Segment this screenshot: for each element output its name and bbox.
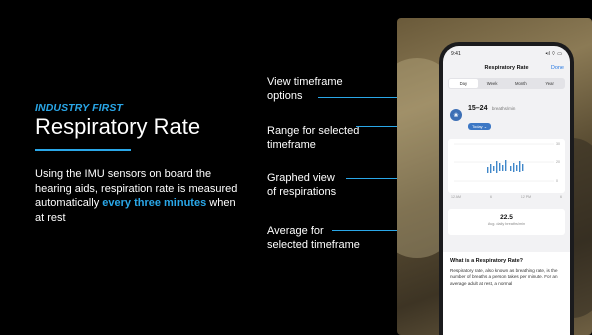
timeframe-segmented-control: Day Week Month Year <box>448 78 565 89</box>
info-card: What is a Respiratory Rate? Respiratory … <box>443 252 570 335</box>
chart-x-ticks: 12 AM 6 12 PM 6 <box>443 195 570 199</box>
tab-week[interactable]: Week <box>478 79 507 88</box>
range-value: 15–24 <box>468 105 488 112</box>
status-time: 9:41 <box>451 51 461 57</box>
nav-bar: Respiratory Rate Done <box>443 62 570 74</box>
callout-range: Range for selected timeframe <box>267 124 359 152</box>
tab-day[interactable]: Day <box>449 79 478 88</box>
done-button[interactable]: Done <box>551 65 564 71</box>
tab-year[interactable]: Year <box>535 79 564 88</box>
y-tick-top: 30 <box>556 142 560 146</box>
callout-graph-line2: of respirations <box>267 186 337 198</box>
lungs-icon: ❀ <box>450 109 462 121</box>
x-tick: 12 PM <box>520 195 532 199</box>
intro-block: INDUSTRY FIRST Respiratory Rate Using th… <box>35 102 245 225</box>
respiration-chart-svg: 30 20 0 <box>454 142 560 183</box>
phone-screen: 9:41 •ıl ⌔ ▭ Respiratory Rate Done Day W… <box>443 46 570 335</box>
today-dropdown[interactable]: Today ⌄ <box>468 123 492 130</box>
callout-average-line1: Average for <box>267 225 324 237</box>
callout-range-line2: timeframe <box>267 139 316 151</box>
tab-month[interactable]: Month <box>507 79 536 88</box>
x-tick: 6 <box>560 195 562 199</box>
screen-title: Respiratory Rate <box>484 65 529 71</box>
info-heading: What is a Respiratory Rate? <box>450 258 524 264</box>
average-card: 22.5 Avg. daily breaths/min <box>448 209 565 235</box>
info-text: Respiratory rate, also known as breathin… <box>450 268 558 286</box>
range-summary: ❀ 15–24 breaths/min Today ⌄ <box>450 97 563 133</box>
status-bar: 9:41 •ıl ⌔ ▭ <box>443 46 570 62</box>
callout-average: Average for selected timeframe <box>267 224 360 252</box>
description: Using the IMU sensors on board the heari… <box>35 167 240 225</box>
average-value: 22.5 <box>500 214 513 221</box>
callout-range-line1: Range for selected <box>267 125 360 137</box>
y-tick-mid: 20 <box>556 160 560 164</box>
callout-timeframe: View timeframe options <box>267 75 343 103</box>
respiration-chart: 30 20 0 <box>448 139 565 193</box>
description-highlight: every three minutes <box>102 197 207 209</box>
status-icons: •ıl ⌔ ▭ <box>545 51 562 57</box>
average-label: Avg. daily breaths/min <box>487 222 526 226</box>
callout-timeframe-line1: View timeframe <box>267 76 343 88</box>
x-tick: 6 <box>489 195 492 199</box>
phone-mockup: 9:41 •ıl ⌔ ▭ Respiratory Rate Done Day W… <box>439 42 574 335</box>
callout-average-line2: selected timeframe <box>267 239 360 251</box>
callout-graph-line1: Graphed view <box>267 172 335 184</box>
x-tick: 12 AM <box>451 195 461 199</box>
callout-graph: Graphed view of respirations <box>267 171 336 199</box>
slide-title: Respiratory Rate <box>35 114 201 139</box>
callout-timeframe-line2: options <box>267 90 303 102</box>
title-underline <box>35 149 131 151</box>
y-tick-bottom: 0 <box>556 179 558 183</box>
range-unit: breaths/min <box>491 106 516 111</box>
eyebrow-label: INDUSTRY FIRST <box>35 102 123 114</box>
